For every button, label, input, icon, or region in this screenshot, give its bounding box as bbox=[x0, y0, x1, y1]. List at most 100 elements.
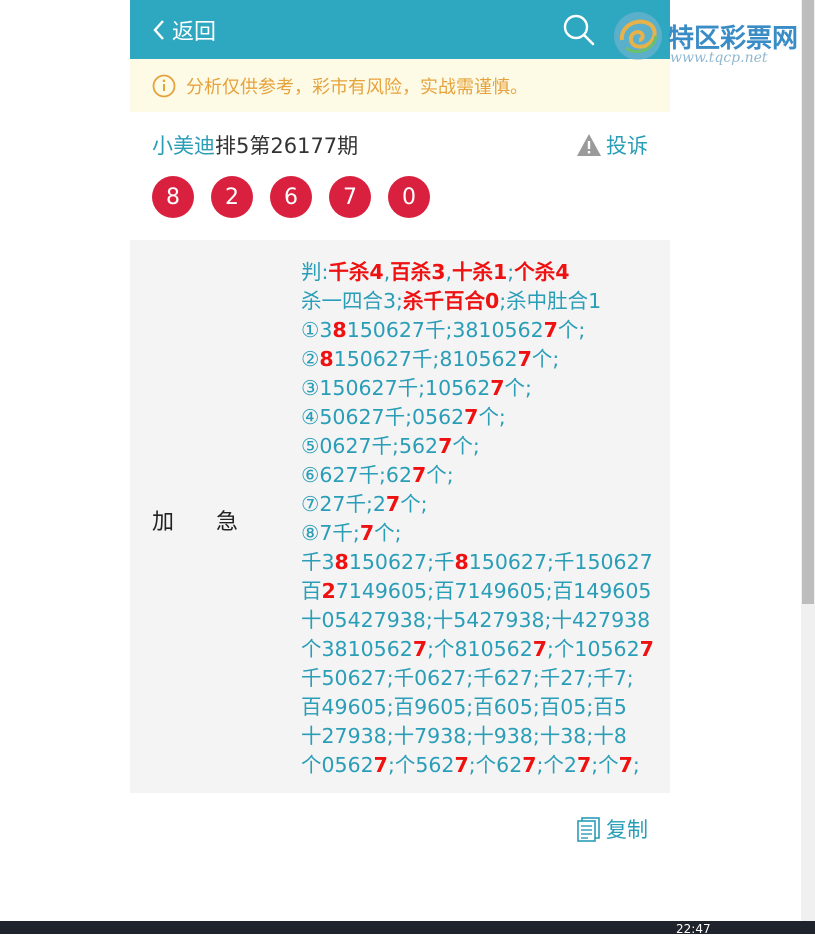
prediction-line: 千50627;千0627;千627;千27;千7; bbox=[301, 664, 661, 693]
taskbar-clock: 22:47 bbox=[676, 922, 711, 936]
prediction-line: 个05627;个5627;个627;个27;个7; bbox=[301, 751, 661, 780]
number-ball: 2 bbox=[211, 176, 253, 218]
highlight-segment: 千杀4 bbox=[328, 260, 384, 284]
app-page: 返回 分析仅供参考，彩市有风险，实战需谨慎。 小美迪排5第26177期 投诉 8… bbox=[130, 0, 670, 934]
author-link[interactable]: 小美迪 bbox=[152, 134, 215, 158]
highlight-segment: 8 bbox=[332, 318, 347, 342]
prediction-line: ⑥627千;627个; bbox=[301, 461, 661, 490]
text-segment: 千3 bbox=[301, 550, 335, 574]
text-segment: 个; bbox=[478, 405, 506, 429]
complain-button[interactable]: 投诉 bbox=[576, 130, 648, 160]
highlight-segment: 7 bbox=[454, 753, 469, 777]
highlight-segment: 7 bbox=[517, 347, 532, 371]
highlight-segment: 7 bbox=[373, 753, 388, 777]
text-segment: 百49605;百9605;百605;百05;百5 bbox=[301, 695, 627, 719]
text-segment: 个; bbox=[426, 463, 454, 487]
text-segment: ;杀中肚合1 bbox=[499, 289, 602, 313]
copy-label: 复制 bbox=[606, 818, 648, 842]
prediction-card: 加急 判:千杀4,百杀3,十杀1;个杀4 杀一四合3;杀千百合0;杀中肚合1 ①38… bbox=[130, 240, 670, 793]
text-segment: 千50627;千0627;千627;千27;千7; bbox=[301, 666, 634, 690]
highlight-segment: 7 bbox=[464, 405, 479, 429]
highlight-segment: 7 bbox=[490, 376, 505, 400]
highlight-segment: 7 bbox=[438, 434, 453, 458]
text-segment: ⑤0627千;562 bbox=[301, 434, 439, 458]
prediction-line: 杀一四合3;杀千百合0;杀中肚合1 bbox=[301, 287, 661, 316]
number-ball: 0 bbox=[388, 176, 430, 218]
prediction-line: ④50627千;05627个; bbox=[301, 403, 661, 432]
copy-button[interactable]: 复制 bbox=[576, 814, 648, 844]
text-segment: 7149605;百7149605;百149605 bbox=[335, 579, 652, 603]
prediction-line: 十05427938;十5427938;十427938 bbox=[301, 606, 661, 635]
prediction-line: 百27149605;百7149605;百149605 bbox=[301, 577, 661, 606]
complain-label: 投诉 bbox=[606, 134, 648, 158]
back-button[interactable]: 返回 bbox=[152, 14, 216, 46]
text-segment: ;个2 bbox=[536, 753, 577, 777]
highlight-segment: 7 bbox=[639, 637, 654, 661]
prediction-line: ①38150627千;38105627个; bbox=[301, 316, 661, 345]
highlight-segment: 百杀3 bbox=[390, 260, 446, 284]
text-segment: 150627千;810562 bbox=[333, 347, 518, 371]
text-segment: 150627;千 bbox=[348, 550, 455, 574]
text-segment: 个; bbox=[374, 521, 402, 545]
text-segment: 2 bbox=[399, 637, 413, 661]
highlight-segment: 7 bbox=[522, 753, 537, 777]
text-segment: ;个62 bbox=[468, 753, 523, 777]
notice-text: 分析仅供参考，彩市有风险，实战需谨慎。 bbox=[186, 76, 528, 98]
number-ball: 8 bbox=[152, 176, 194, 218]
highlight-segment: 7 bbox=[412, 637, 428, 661]
search-icon[interactable] bbox=[562, 13, 596, 47]
text-segment: ④50627千;0562 bbox=[301, 405, 465, 429]
text-segment: 十27938;十7938;十938;十38;十8 bbox=[301, 724, 627, 748]
highlight-segment: 7 bbox=[576, 753, 592, 777]
text-segment: ② bbox=[301, 347, 320, 371]
highlight-segment: 十杀1 bbox=[452, 260, 508, 284]
highlight-segment: 2 bbox=[321, 579, 336, 603]
highlight-segment: 杀千百合0 bbox=[402, 289, 500, 313]
text-segment: 个381056 bbox=[301, 637, 400, 661]
prediction-line: 十27938;十7938;十938;十38;十8 bbox=[301, 722, 661, 751]
text-segment: 十05427938;十5427938;十427938 bbox=[301, 608, 651, 632]
text-segment: 个0562 bbox=[301, 753, 374, 777]
draw-numbers: 8 2 6 7 0 bbox=[152, 176, 447, 218]
prediction-line: ⑧7千;7个; bbox=[301, 519, 661, 548]
text-segment: 个; bbox=[531, 347, 560, 371]
info-icon bbox=[152, 74, 176, 97]
text-segment: 150627千;381056 bbox=[346, 318, 531, 342]
highlight-segment: 7 bbox=[385, 492, 401, 516]
text-segment: ; bbox=[632, 753, 640, 777]
prediction-line: ②8150627千;8105627个; bbox=[301, 345, 661, 374]
card-label-left: 加 bbox=[152, 510, 175, 535]
top-bar: 返回 bbox=[130, 0, 670, 59]
risk-notice: 分析仅供参考，彩市有风险，实战需谨慎。 bbox=[130, 59, 670, 112]
back-label: 返回 bbox=[172, 20, 217, 45]
text-segment: ;个10562 bbox=[547, 637, 640, 661]
highlight-segment: 个杀4 bbox=[514, 260, 570, 284]
text-segment: 个; bbox=[557, 318, 586, 342]
prediction-content: 判:千杀4,百杀3,十杀1;个杀4 杀一四合3;杀千百合0;杀中肚合1 ①38150… bbox=[301, 258, 661, 780]
scrollbar-thumb[interactable] bbox=[802, 0, 814, 604]
number-ball: 6 bbox=[270, 176, 312, 218]
highlight-segment: 7 bbox=[618, 753, 633, 777]
number-ball: 7 bbox=[329, 176, 371, 218]
text-segment: 百 bbox=[301, 579, 322, 603]
period-title: 小美迪排5第26177期 bbox=[152, 130, 358, 160]
text-segment: 个; bbox=[452, 434, 480, 458]
warning-icon bbox=[577, 134, 601, 156]
card-label-right: 急 bbox=[216, 510, 239, 535]
text-segment: ⑧7千; bbox=[301, 521, 360, 545]
text-segment: 150627;千150627 bbox=[468, 550, 653, 574]
text-segment: ①3 bbox=[301, 318, 333, 342]
prediction-line: ⑦27千;27个; bbox=[301, 490, 661, 519]
site-logo: 特区彩票网 www.tqcp.net bbox=[612, 6, 812, 66]
copy-icon bbox=[577, 817, 600, 842]
text-segment: ;个 bbox=[591, 753, 619, 777]
text-segment: ;个810562 bbox=[427, 637, 533, 661]
text-segment: 个; bbox=[400, 492, 428, 516]
prediction-line: 个38105627;个8105627;个105627 bbox=[301, 635, 661, 664]
prediction-line: 千38150627;千8150627;千150627 bbox=[301, 548, 661, 577]
highlight-segment: 7 bbox=[543, 318, 558, 342]
period-name: 排5第26177期 bbox=[215, 134, 359, 158]
highlight-segment: 7 bbox=[359, 521, 375, 545]
text-segment: 个; bbox=[504, 376, 532, 400]
text-segment: ;个562 bbox=[387, 753, 455, 777]
